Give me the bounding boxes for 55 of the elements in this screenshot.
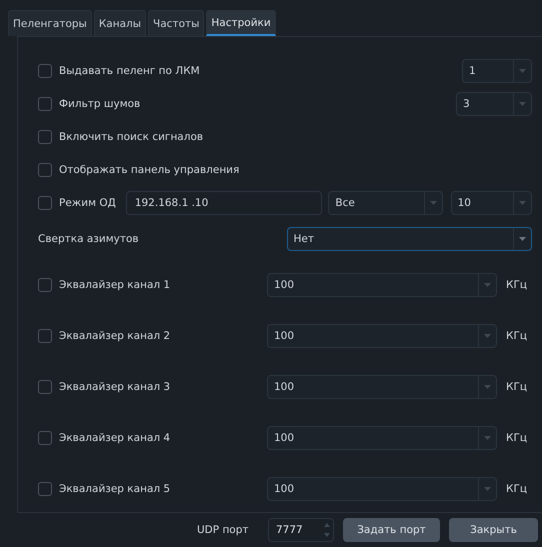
dropdown[interactable]: 10 (450, 190, 532, 214)
footer-button[interactable]: Закрыть (449, 518, 538, 542)
unit-label: КГц (506, 330, 528, 342)
checkbox[interactable] (38, 64, 52, 78)
setting-label: Свертка азимутов (38, 233, 140, 245)
dropdown[interactable]: 1 (462, 58, 532, 82)
dropdown[interactable]: 100 (267, 272, 497, 296)
dropdown[interactable]: 3 (456, 92, 532, 116)
checkbox[interactable] (38, 482, 52, 496)
dropdown[interactable]: Нет (286, 227, 532, 251)
caret-icon (484, 334, 491, 338)
checkbox[interactable] (38, 130, 52, 144)
caret-icon (519, 237, 526, 241)
checkbox-label: Эквалайзер канал 5 (59, 482, 172, 494)
checkbox[interactable] (38, 196, 52, 210)
checkbox[interactable] (38, 162, 52, 176)
checkbox-label: Эквалайзер канал 4 (59, 432, 172, 444)
tab[interactable]: Каналы (94, 10, 146, 36)
caret-icon (519, 200, 526, 204)
caret-icon (484, 436, 491, 440)
caret-icon (484, 384, 491, 388)
checkbox-label: Режим ОД (59, 196, 116, 208)
footer-button[interactable]: Задать порт (343, 518, 440, 542)
port-label: UDP порт (197, 524, 250, 536)
checkbox[interactable] (38, 278, 52, 292)
tab[interactable]: Пеленгаторы (8, 10, 92, 36)
caret-icon (484, 282, 491, 286)
ip-address-field[interactable]: 192.168.1 .10 (126, 190, 322, 214)
dropdown[interactable]: Все (328, 190, 443, 214)
checkbox-label: Включить поиск сигналов (59, 130, 204, 142)
dropdown[interactable]: 100 (267, 476, 497, 500)
checkbox-label: Выдавать пеленг по ЛКМ (59, 64, 200, 76)
checkbox[interactable] (38, 430, 52, 444)
caret-icon (484, 486, 491, 490)
dropdown[interactable]: 100 (267, 426, 497, 450)
unit-label: КГц (506, 482, 528, 494)
checkbox-label: Фильтр шумов (59, 98, 140, 110)
caret-icon (519, 68, 526, 72)
dropdown[interactable]: 100 (267, 374, 497, 398)
tab[interactable]: Настройки (206, 10, 276, 36)
unit-label: КГц (506, 278, 528, 290)
checkbox-label: Эквалайзер канал 3 (59, 380, 172, 392)
unit-label: КГц (506, 432, 528, 444)
caret-icon (430, 200, 437, 204)
checkbox-label: Эквалайзер канал 2 (59, 330, 172, 342)
tab[interactable]: Частоты (148, 10, 204, 36)
dropdown[interactable]: 100 (267, 324, 497, 348)
unit-label: КГц (506, 380, 528, 392)
port-spinbox[interactable]: 7777 (268, 518, 334, 542)
checkbox[interactable] (38, 96, 52, 110)
checkbox-label: Эквалайзер канал 1 (59, 278, 172, 290)
checkbox[interactable] (38, 328, 52, 342)
checkbox-label: Отображать панель управления (59, 164, 240, 176)
checkbox[interactable] (38, 380, 52, 394)
caret-icon (519, 102, 526, 106)
